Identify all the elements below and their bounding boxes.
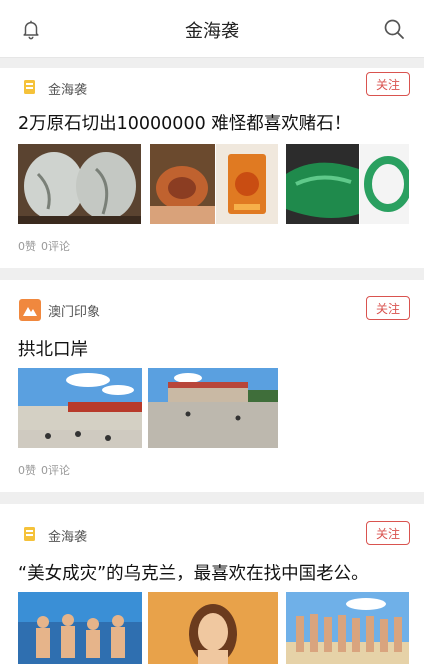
article-title[interactable]: 拱北口岸 (18, 336, 414, 361)
follow-button[interactable]: 关注 (366, 521, 410, 545)
divider (0, 268, 424, 280)
source-avatar-icon (24, 80, 35, 94)
follow-button[interactable]: 关注 (366, 72, 410, 96)
top-bar: 金海袭 (0, 0, 424, 58)
page-title: 金海袭 (185, 21, 239, 42)
source-avatar-icon (19, 299, 41, 321)
divider (0, 492, 424, 504)
article-title[interactable]: 2万原石切出10000000 难怪都喜欢赌石！ (18, 110, 414, 135)
search-icon[interactable] (382, 17, 406, 41)
divider (0, 58, 424, 68)
article-card[interactable]: 金海袭 关注 “美女成灾”的乌克兰，最喜欢在找中国老公。 (0, 504, 424, 664)
jade-bangle-image[interactable] (360, 144, 409, 224)
source-name[interactable]: 金海袭 (48, 79, 87, 98)
beach-lineup-photo-image[interactable] (286, 592, 409, 664)
cut-stone-hands-image[interactable] (150, 144, 215, 224)
jade-stone-cut-image[interactable] (18, 144, 141, 224)
source-row: 金海袭 (18, 76, 87, 100)
article-card[interactable]: 澳门印象 关注 拱北口岸 0赞 0评论 (0, 280, 424, 492)
follow-button[interactable]: 关注 (366, 296, 410, 320)
plaza-photo-image[interactable] (148, 368, 278, 448)
source-name[interactable]: 金海袭 (48, 526, 87, 545)
article-stats: 0赞 0评论 (18, 462, 75, 478)
comment-count: 0评论 (41, 464, 70, 477)
beach-group-photo-image[interactable] (18, 592, 142, 664)
article-card[interactable]: 金海袭 关注 2万原石切出10000000 难怪都喜欢赌石！ 0赞 0评论 (0, 68, 424, 268)
source-row: 金海袭 (18, 523, 87, 547)
article-title[interactable]: “美女成灾”的乌克兰，最喜欢在找中国老公。 (18, 560, 414, 585)
source-name[interactable]: 澳门印象 (48, 301, 100, 320)
source-row: 澳门印象 (18, 298, 100, 322)
like-count: 0赞 (18, 464, 36, 477)
green-jade-slab-image[interactable] (286, 144, 359, 224)
portrait-photo-image[interactable] (148, 592, 278, 664)
comment-count: 0评论 (41, 240, 70, 253)
border-crossing-photo-image[interactable] (18, 368, 142, 448)
article-stats: 0赞 0评论 (18, 238, 75, 254)
source-avatar-icon (24, 527, 35, 541)
like-count: 0赞 (18, 240, 36, 253)
feed-page: 金海袭 金海袭 关注 2万原石切出10000000 难怪都喜欢赌石！ 0赞 0评… (0, 0, 424, 664)
orange-jade-seal-image[interactable] (216, 144, 278, 224)
